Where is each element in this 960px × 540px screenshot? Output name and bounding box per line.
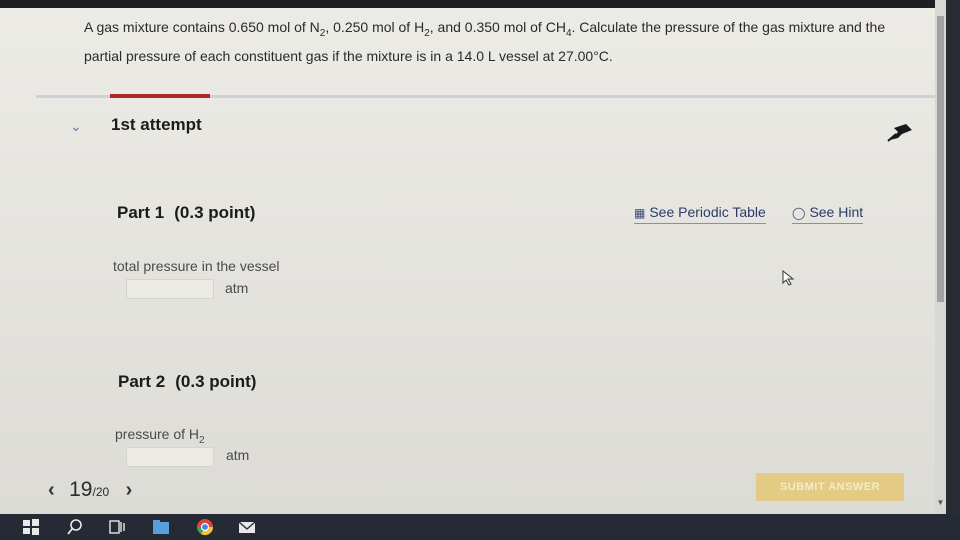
mail-icon[interactable] bbox=[238, 518, 256, 536]
periodic-table-icon: ▦ bbox=[634, 206, 646, 220]
part2-unit: atm bbox=[226, 447, 250, 463]
pin-icon[interactable] bbox=[886, 120, 916, 142]
question-part: A gas mixture contains 0.650 mol of N bbox=[84, 19, 320, 35]
total-pressure-input[interactable] bbox=[126, 279, 214, 299]
next-question-button[interactable]: › bbox=[126, 479, 133, 501]
part2-field-label: pressure of H2 bbox=[115, 426, 205, 446]
chrome-icon[interactable] bbox=[196, 518, 214, 536]
attempt-accent-bar bbox=[110, 94, 210, 98]
see-periodic-table-link[interactable]: ▦ See Periodic Table bbox=[634, 204, 766, 224]
question-pager: ‹ 19/20 › bbox=[48, 478, 132, 502]
chevron-down-icon[interactable]: ⌄ bbox=[70, 118, 82, 135]
taskbar bbox=[0, 514, 960, 540]
scroll-down-arrow-icon[interactable]: ▼ bbox=[936, 498, 945, 507]
label-text: pressure of H bbox=[115, 426, 200, 442]
part1-field-label: total pressure in the vessel bbox=[113, 258, 280, 274]
part-points: (0.3 point) bbox=[174, 203, 256, 222]
question-part: , and 0.350 mol of CH bbox=[429, 19, 566, 35]
submit-answer-button[interactable]: SUBMIT ANSWER bbox=[756, 473, 904, 501]
see-hint-link[interactable]: ◯ See Hint bbox=[792, 204, 864, 224]
question-text: A gas mixture contains 0.650 mol of N2, … bbox=[84, 16, 904, 67]
link-label: See Periodic Table bbox=[649, 204, 766, 220]
task-view-icon[interactable] bbox=[108, 518, 126, 536]
part-points: (0.3 point) bbox=[175, 372, 257, 391]
question-part: , 0.250 mol of H bbox=[325, 19, 425, 35]
scrollbar-thumb[interactable] bbox=[937, 16, 944, 302]
windows-start-icon[interactable] bbox=[22, 518, 40, 536]
part1-unit: atm bbox=[225, 280, 249, 296]
mouse-cursor-icon bbox=[782, 270, 795, 286]
attempt-label[interactable]: 1st attempt bbox=[111, 115, 202, 135]
current-question: 19 bbox=[69, 478, 93, 501]
total-questions: /20 bbox=[92, 485, 110, 499]
subscript: 2 bbox=[199, 434, 205, 446]
part2-title: Part 2 (0.3 point) bbox=[118, 372, 256, 392]
part1-title: Part 1 (0.3 point) bbox=[117, 203, 255, 223]
h2-pressure-input[interactable] bbox=[126, 447, 214, 467]
file-explorer-icon[interactable] bbox=[152, 518, 170, 536]
link-label: See Hint bbox=[809, 204, 864, 220]
browser-viewport: A gas mixture contains 0.650 mol of N 2 , … bbox=[0, 0, 946, 514]
part-label: Part 2 bbox=[118, 372, 166, 391]
part-label: Part 1 bbox=[117, 203, 165, 222]
top-bar bbox=[0, 0, 946, 8]
search-icon[interactable] bbox=[66, 518, 84, 536]
hint-bulb-icon: ◯ bbox=[792, 206, 806, 220]
prev-question-button[interactable]: ‹ bbox=[48, 479, 55, 501]
